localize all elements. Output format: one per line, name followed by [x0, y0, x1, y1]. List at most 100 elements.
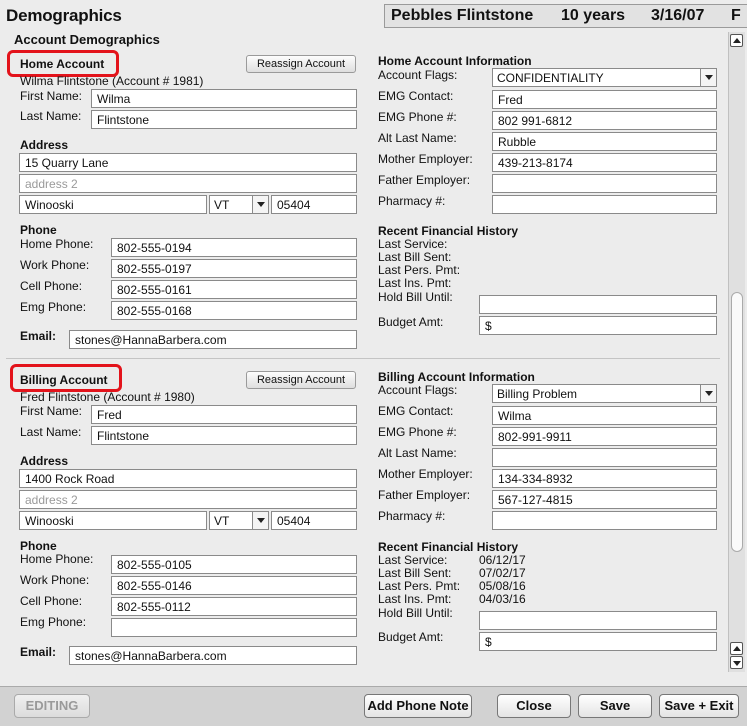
home-address1-field[interactable]: 15 Quarry Lane: [19, 153, 357, 172]
billing-city-field[interactable]: Winooski: [19, 511, 207, 530]
billing-cell-phone-field[interactable]: 802-555-0112: [111, 597, 357, 616]
home-last-name-field[interactable]: Flintstone: [91, 110, 357, 129]
home-emg-phone2-label: EMG Phone #:: [378, 110, 457, 124]
billing-work-phone-field[interactable]: 802-555-0146: [111, 576, 357, 595]
home-state-value: VT: [214, 198, 230, 212]
billing-mother-field[interactable]: 134-334-8932: [492, 469, 717, 488]
save-button[interactable]: Save: [578, 694, 652, 718]
patient-banner: Pebbles Flintstone 10 years 3/16/07 F: [384, 4, 747, 28]
billing-flags-select[interactable]: Billing Problem: [492, 384, 717, 403]
home-budget-field[interactable]: $: [479, 316, 717, 335]
home-hold-label: Hold Bill Until:: [378, 290, 453, 304]
home-first-name-label: First Name:: [20, 89, 83, 103]
home-emg-phone-field[interactable]: 802-555-0168: [111, 301, 357, 320]
billing-emg-contact-field[interactable]: Wilma: [492, 406, 717, 425]
home-emg-phone-label: Emg Phone:: [20, 300, 87, 314]
billing-reassign-account-button[interactable]: Reassign Account: [246, 371, 356, 389]
billing-alt-last-label: Alt Last Name:: [378, 446, 457, 460]
home-work-phone-field[interactable]: 802-555-0197: [111, 259, 357, 278]
billing-home-phone-field[interactable]: 802-555-0105: [111, 555, 357, 574]
billing-emg-phone2-field[interactable]: 802-991-9911: [492, 427, 717, 446]
billing-zip-field[interactable]: 05404: [271, 511, 357, 530]
home-mother-field[interactable]: 439-213-8174: [492, 153, 717, 172]
home-flags-label: Account Flags:: [378, 68, 458, 82]
billing-fin-header: Recent Financial History: [378, 540, 519, 554]
home-mother-label: Mother Employer:: [378, 152, 473, 166]
home-cell-phone-label: Cell Phone:: [20, 279, 83, 293]
chevron-down-icon: [252, 512, 268, 529]
scroll-up-arrow-icon[interactable]: [730, 34, 743, 47]
billing-last-pers-label: Last Pers. Pmt:: [378, 579, 461, 593]
billing-first-name-label: First Name:: [20, 404, 83, 418]
home-pharmacy-label: Pharmacy #:: [378, 194, 446, 208]
home-first-name-field[interactable]: Wilma: [91, 89, 357, 108]
home-father-field[interactable]: [492, 174, 717, 193]
home-reassign-account-button[interactable]: Reassign Account: [246, 55, 356, 73]
billing-hold-field[interactable]: [479, 611, 717, 630]
billing-last-bill-label: Last Bill Sent:: [378, 566, 452, 580]
chevron-down-icon: [700, 385, 716, 402]
home-home-phone-label: Home Phone:: [20, 237, 94, 251]
billing-address-header: Address: [20, 454, 69, 468]
billing-father-field[interactable]: 567-127-4815: [492, 490, 717, 509]
scrollbar-thumb[interactable]: [731, 292, 743, 552]
vertical-scrollbar[interactable]: [728, 32, 745, 672]
home-flags-select[interactable]: CONFIDENTIALITY: [492, 68, 717, 87]
home-emg-phone2-field[interactable]: 802 991-6812: [492, 111, 717, 130]
home-fin-header: Recent Financial History: [378, 224, 519, 238]
add-phone-note-button[interactable]: Add Phone Note: [364, 694, 472, 718]
billing-last-ins-label: Last Ins. Pmt:: [378, 592, 452, 606]
home-zip-field[interactable]: 05404: [271, 195, 357, 214]
home-work-phone-label: Work Phone:: [20, 258, 90, 272]
billing-home-phone-label: Home Phone:: [20, 552, 94, 566]
billing-pharmacy-field[interactable]: [492, 511, 717, 530]
home-email-label: Email:: [20, 329, 57, 343]
home-address-header: Address: [20, 138, 69, 152]
billing-last-pers-value: 05/08/16: [479, 579, 526, 593]
billing-budget-field[interactable]: $: [479, 632, 717, 651]
editing-button[interactable]: EDITING: [14, 694, 90, 718]
home-address2-field[interactable]: address 2: [19, 174, 357, 193]
chevron-down-icon: [252, 196, 268, 213]
home-state-select[interactable]: VT: [209, 195, 269, 214]
home-emg-contact-field[interactable]: Fred: [492, 90, 717, 109]
billing-last-ins-value: 04/03/16: [479, 592, 526, 606]
home-budget-label: Budget Amt:: [378, 315, 444, 329]
home-email-field[interactable]: stones@HannaBarbera.com: [69, 330, 357, 349]
billing-address2-field[interactable]: address 2: [19, 490, 357, 509]
home-cell-phone-field[interactable]: 802-555-0161: [111, 280, 357, 299]
home-last-service-label: Last Service:: [378, 237, 448, 251]
billing-email-field[interactable]: stones@HannaBarbera.com: [69, 646, 357, 665]
patient-name: Pebbles Flintstone: [391, 7, 534, 24]
close-button[interactable]: Close: [497, 694, 571, 718]
scroll-down-arrow-icon[interactable]: [730, 656, 743, 669]
billing-address1-field[interactable]: 1400 Rock Road: [19, 469, 357, 488]
billing-father-label: Father Employer:: [378, 488, 471, 502]
billing-phone-header: Phone: [20, 539, 57, 553]
billing-mother-label: Mother Employer:: [378, 467, 473, 481]
home-alt-last-field[interactable]: Rubble: [492, 132, 717, 151]
home-last-name-label: Last Name:: [20, 109, 82, 123]
home-pharmacy-field[interactable]: [492, 195, 717, 214]
billing-emg-contact-label: EMG Contact:: [378, 404, 454, 418]
billing-first-name-field[interactable]: Fred: [91, 405, 357, 424]
home-city-field[interactable]: Winooski: [19, 195, 207, 214]
billing-hold-label: Hold Bill Until:: [378, 606, 453, 620]
home-info-header: Home Account Information: [378, 54, 532, 68]
billing-work-phone-label: Work Phone:: [20, 573, 90, 587]
billing-alt-last-field[interactable]: [492, 448, 717, 467]
billing-last-service-label: Last Service:: [378, 553, 448, 567]
patient-dob: 3/16/07: [651, 7, 705, 24]
section-divider: [6, 358, 720, 359]
home-hold-field[interactable]: [479, 295, 717, 314]
save-exit-button[interactable]: Save + Exit: [659, 694, 739, 718]
home-father-label: Father Employer:: [378, 173, 471, 187]
billing-info-header: Billing Account Information: [378, 370, 535, 384]
billing-emg-phone-field[interactable]: [111, 618, 357, 637]
billing-email-label: Email:: [20, 645, 57, 659]
scroll-up-arrow-icon[interactable]: [730, 642, 743, 655]
billing-last-name-label: Last Name:: [20, 425, 82, 439]
home-home-phone-field[interactable]: 802-555-0194: [111, 238, 357, 257]
billing-last-name-field[interactable]: Flintstone: [91, 426, 357, 445]
billing-state-select[interactable]: VT: [209, 511, 269, 530]
